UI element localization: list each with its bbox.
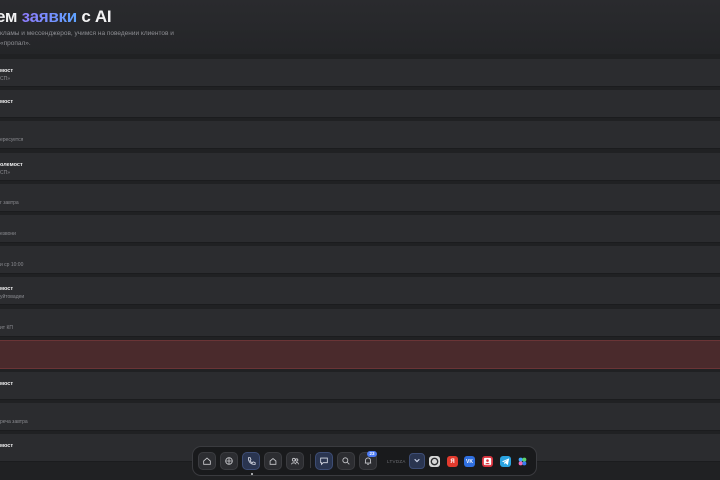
- lead-row-3[interactable]: ересуется: [0, 121, 720, 150]
- lead-row-alert[interactable]: [0, 339, 720, 369]
- home-icon[interactable]: [198, 452, 216, 470]
- lead-row-9[interactable]: ит КП: [0, 308, 720, 337]
- lead-subtitle: реча завтра: [0, 419, 28, 426]
- lead-row-5[interactable]: г завтра: [0, 183, 720, 212]
- lead-title: олемост: [0, 161, 23, 168]
- title-accent: заявки: [21, 7, 78, 26]
- profile-card-icon[interactable]: [482, 456, 493, 467]
- page-title: ем заявки с AI: [0, 7, 112, 27]
- active-indicator: [251, 473, 253, 475]
- lead-row-1[interactable]: мост СП»: [0, 59, 720, 87]
- lead-subtitle: СП»: [0, 76, 10, 82]
- vk-icon[interactable]: VK: [464, 456, 475, 467]
- lead-row-4[interactable]: олемост СП»: [0, 152, 720, 181]
- dock-divider: [310, 454, 311, 468]
- lead-row-6[interactable]: езвони: [0, 214, 720, 243]
- lead-row-2[interactable]: мост: [0, 90, 720, 119]
- lead-subtitle: ит КП: [0, 324, 13, 331]
- leads-list: мост СП» мост ересуется олемост СП» г за…: [0, 59, 720, 465]
- chat-icon[interactable]: [315, 452, 333, 470]
- lead-subtitle: г завтра: [0, 199, 19, 206]
- page-subtitle: кламы и мессенджеров, учимся на поведени…: [0, 30, 174, 47]
- collapse-chevron-icon[interactable]: [409, 453, 425, 469]
- bottom-dock: 23 LTVDZA Я VK: [192, 446, 537, 476]
- lead-subtitle: ересуется: [0, 137, 24, 144]
- lead-subtitle: и ср 10:00: [0, 262, 24, 269]
- title-prefix: ем: [0, 7, 18, 26]
- lead-title: мост: [0, 99, 14, 106]
- lead-subtitle: СП»: [0, 169, 10, 176]
- notification-badge: 23: [367, 451, 377, 457]
- lead-subtitle: езвони: [0, 230, 16, 237]
- lead-subtitle: уйтовадеи: [0, 294, 25, 301]
- lead-row-11[interactable]: мост: [0, 371, 720, 400]
- title-suffix: с AI: [81, 7, 112, 26]
- page-header: ем заявки с AI кламы и мессенджеров, учи…: [0, 0, 720, 54]
- apps-icon[interactable]: [517, 456, 528, 467]
- section-label: LTVDZA: [387, 459, 406, 464]
- telegram-icon[interactable]: [500, 456, 511, 467]
- lead-row-12[interactable]: реча завтра: [0, 403, 720, 432]
- lead-title: мост: [0, 443, 14, 450]
- avito-icon[interactable]: [429, 456, 440, 467]
- house-icon[interactable]: [264, 452, 282, 470]
- lead-title: мост: [0, 286, 14, 293]
- yandex-icon[interactable]: Я: [447, 456, 458, 467]
- search-icon[interactable]: [337, 452, 355, 470]
- lead-title: мост: [0, 68, 14, 74]
- lead-row-8[interactable]: мост уйтовадеи: [0, 277, 720, 306]
- users-icon[interactable]: [286, 452, 304, 470]
- phone-icon[interactable]: [242, 452, 260, 470]
- globe-icon[interactable]: [220, 452, 238, 470]
- lead-row-7[interactable]: и ср 10:00: [0, 246, 720, 275]
- lead-title: мост: [0, 380, 14, 387]
